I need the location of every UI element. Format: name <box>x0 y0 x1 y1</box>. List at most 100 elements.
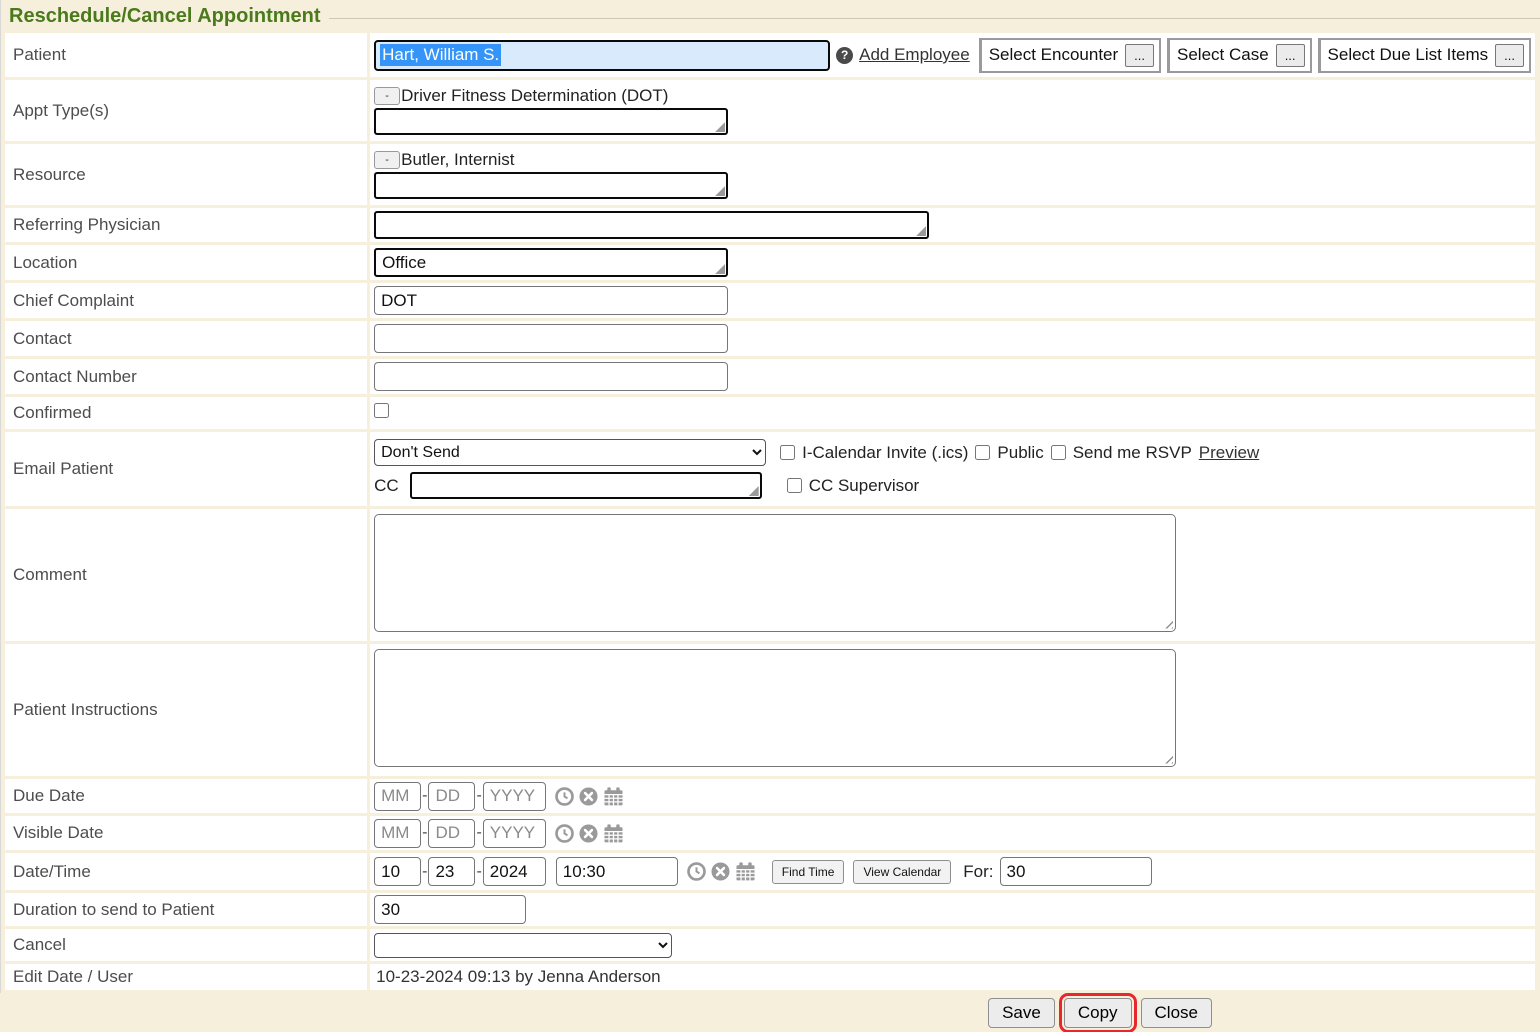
public-checkbox[interactable] <box>975 445 990 460</box>
select-due-list-button[interactable]: ... <box>1495 44 1524 67</box>
chief-complaint-input[interactable] <box>374 286 728 315</box>
date-time-month-input[interactable] <box>374 857 421 886</box>
date-separator: - <box>422 787 427 805</box>
select-due-list-label: Select Due List Items <box>1328 45 1489 65</box>
email-patient-row: Email Patient Don't Send I-Calendar Invi… <box>5 432 1535 506</box>
location-label: Location <box>5 245 367 280</box>
page-title: Reschedule/Cancel Appointment <box>9 5 321 28</box>
due-date-day-input[interactable] <box>428 782 475 811</box>
preview-link[interactable]: Preview <box>1199 443 1259 463</box>
for-duration-input[interactable] <box>1000 857 1152 886</box>
contact-input[interactable] <box>374 324 728 353</box>
clock-icon[interactable] <box>555 824 574 843</box>
confirmed-checkbox[interactable] <box>374 403 389 418</box>
clock-icon[interactable] <box>555 787 574 806</box>
due-date-month-input[interactable] <box>374 782 421 811</box>
resource-label: Resource <box>5 144 367 205</box>
date-time-day-input[interactable] <box>428 857 475 886</box>
patient-instructions-label: Patient Instructions <box>5 644 367 776</box>
date-time-row: Date/Time - - Find Ti <box>5 853 1535 890</box>
appointment-fieldset: Reschedule/Cancel Appointment Patient Ha… <box>0 0 1540 993</box>
ical-invite-label: I-Calendar Invite (.ics) <box>802 443 968 463</box>
appt-type-remove-button[interactable]: - <box>374 87 400 105</box>
visible-date-day-input[interactable] <box>428 819 475 848</box>
form-table: Patient Hart, William S. ? Add Employee … <box>2 30 1538 993</box>
clear-icon[interactable] <box>579 824 598 843</box>
email-patient-label: Email Patient <box>5 432 367 506</box>
edit-date-user-row: Edit Date / User 10-23-2024 09:13 by Jen… <box>5 964 1535 990</box>
close-button[interactable]: Close <box>1141 998 1212 1028</box>
resource-search-input[interactable] <box>374 172 728 199</box>
patient-instructions-row: Patient Instructions <box>5 644 1535 776</box>
appt-type-search-input[interactable] <box>374 108 728 135</box>
referring-physician-row: Referring Physician <box>5 208 1535 242</box>
date-separator: - <box>476 787 481 805</box>
send-me-rsvp-checkbox[interactable] <box>1051 445 1066 460</box>
reschedule-cancel-appointment-form: Reschedule/Cancel Appointment Patient Ha… <box>0 0 1540 1032</box>
confirmed-label: Confirmed <box>5 397 367 429</box>
find-time-button[interactable]: Find Time <box>772 860 845 884</box>
select-case-button[interactable]: ... <box>1276 44 1305 67</box>
date-time-year-input[interactable] <box>483 857 546 886</box>
due-date-year-input[interactable] <box>483 782 546 811</box>
legend-row: Reschedule/Cancel Appointment <box>1 2 1540 30</box>
footer-button-bar: Save Copy Close <box>0 993 1540 1028</box>
date-separator: - <box>476 863 481 881</box>
select-encounter-label: Select Encounter <box>989 45 1118 65</box>
resource-row: Resource - Butler, Internist <box>5 144 1535 205</box>
resource-remove-button[interactable]: - <box>374 151 400 169</box>
clear-icon[interactable] <box>579 787 598 806</box>
visible-date-row: Visible Date - - <box>5 816 1535 850</box>
add-employee-link[interactable]: Add Employee <box>859 45 970 65</box>
patient-row: Patient Hart, William S. ? Add Employee … <box>5 33 1535 77</box>
calendar-icon[interactable] <box>603 824 624 843</box>
email-send-select[interactable]: Don't Send <box>374 439 766 466</box>
public-label: Public <box>997 443 1043 463</box>
date-separator: - <box>476 824 481 842</box>
calendar-icon[interactable] <box>603 787 624 806</box>
patient-input[interactable]: Hart, William S. <box>374 40 830 71</box>
contact-number-input[interactable] <box>374 362 728 391</box>
cancel-label: Cancel <box>5 929 367 961</box>
ical-invite-checkbox[interactable] <box>780 445 795 460</box>
contact-number-label: Contact Number <box>5 359 367 394</box>
visible-date-month-input[interactable] <box>374 819 421 848</box>
help-icon[interactable]: ? <box>836 47 853 64</box>
referring-physician-input[interactable] <box>374 211 929 239</box>
select-encounter-group: Select Encounter ... <box>979 38 1161 73</box>
edit-date-user-label: Edit Date / User <box>5 964 367 990</box>
location-input[interactable] <box>374 248 728 277</box>
duration-input[interactable] <box>374 895 526 924</box>
contact-row: Contact <box>5 321 1535 356</box>
cancel-select[interactable] <box>374 933 672 958</box>
visible-date-year-input[interactable] <box>483 819 546 848</box>
location-row: Location <box>5 245 1535 280</box>
calendar-icon[interactable] <box>735 862 756 881</box>
patient-instructions-textarea[interactable] <box>374 649 1176 767</box>
comment-textarea[interactable] <box>374 514 1176 632</box>
referring-physician-label: Referring Physician <box>5 208 367 242</box>
date-separator: - <box>422 863 427 881</box>
contact-number-row: Contact Number <box>5 359 1535 394</box>
cc-supervisor-label: CC Supervisor <box>809 476 920 496</box>
cancel-row: Cancel <box>5 929 1535 961</box>
save-button[interactable]: Save <box>988 998 1055 1028</box>
appt-type-selected: Driver Fitness Determination (DOT) <box>401 86 668 106</box>
cc-input[interactable] <box>410 472 762 499</box>
comment-row: Comment <box>5 509 1535 641</box>
appt-type-label: Appt Type(s) <box>5 80 367 141</box>
select-encounter-button[interactable]: ... <box>1125 44 1154 67</box>
copy-button[interactable]: Copy <box>1064 998 1132 1028</box>
edit-date-user-value: 10-23-2024 09:13 by Jenna Anderson <box>374 967 661 986</box>
view-calendar-button[interactable]: View Calendar <box>853 860 951 884</box>
patient-label: Patient <box>5 33 367 77</box>
date-time-time-input[interactable] <box>556 857 678 886</box>
duration-row: Duration to send to Patient <box>5 893 1535 926</box>
visible-date-label: Visible Date <box>5 816 367 850</box>
cc-supervisor-checkbox[interactable] <box>787 478 802 493</box>
clear-icon[interactable] <box>711 862 730 881</box>
resource-selected: Butler, Internist <box>401 150 514 170</box>
select-case-group: Select Case ... <box>1167 38 1312 73</box>
clock-icon[interactable] <box>687 862 706 881</box>
date-time-label: Date/Time <box>5 853 367 890</box>
